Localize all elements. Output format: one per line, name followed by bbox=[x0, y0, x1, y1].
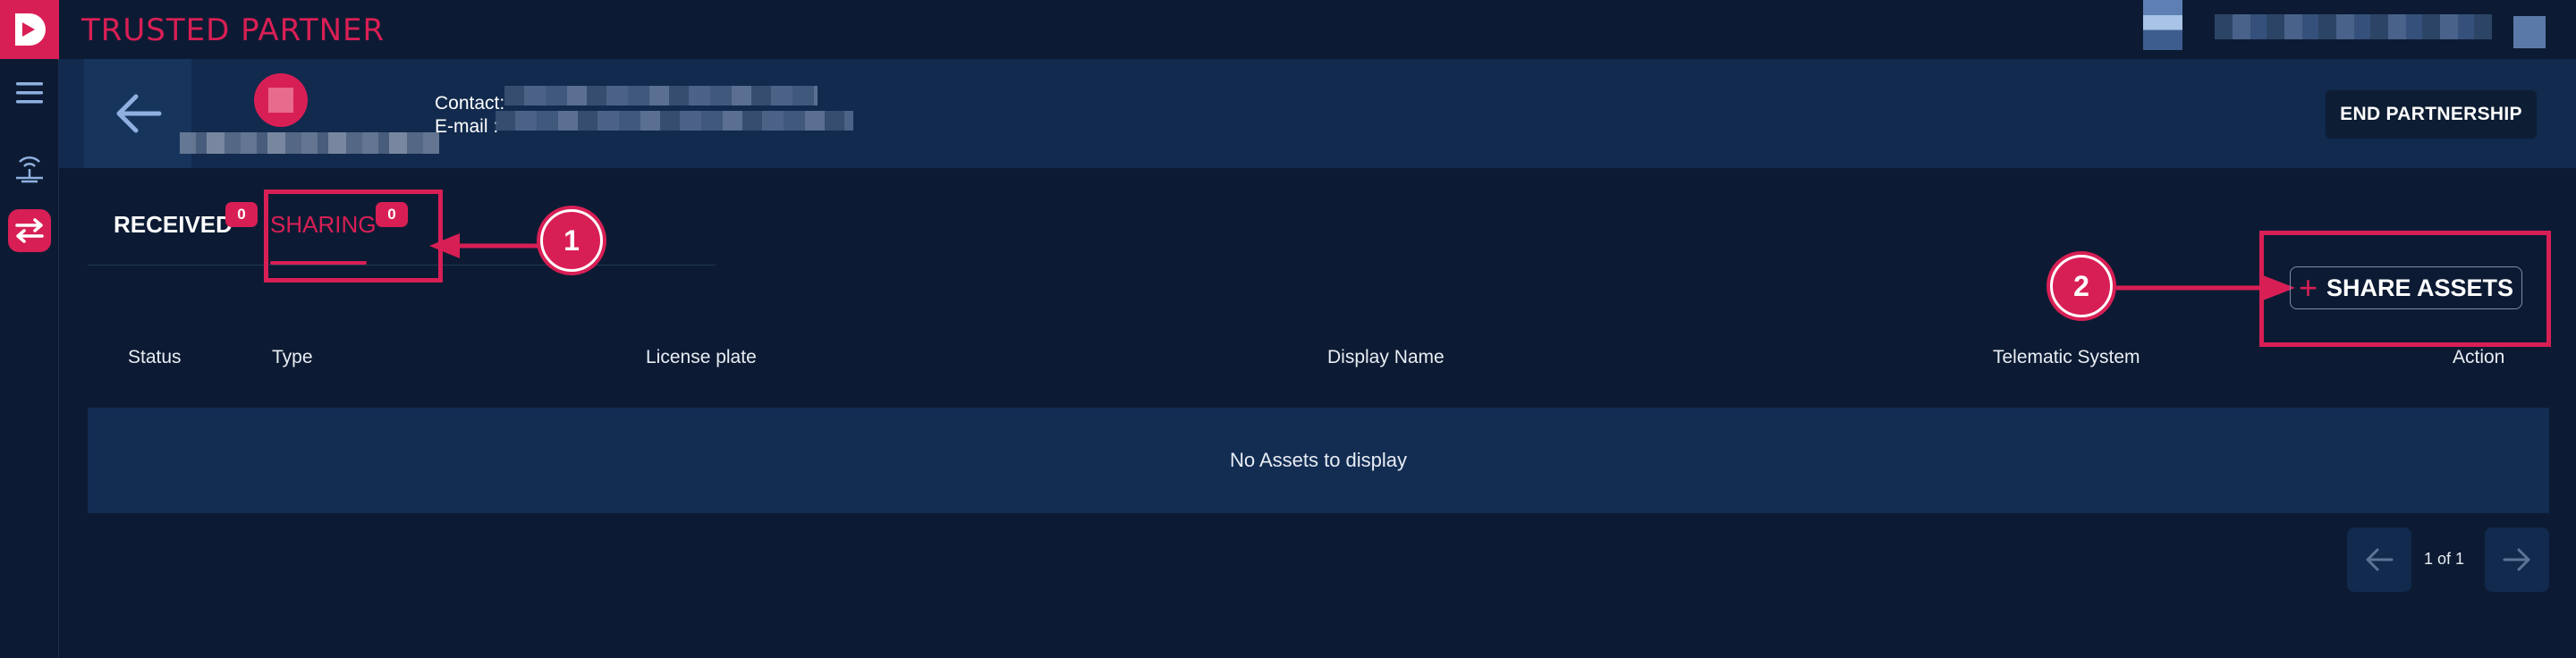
left-rail bbox=[0, 0, 59, 658]
swap-icon[interactable] bbox=[8, 209, 51, 252]
user-name-blurred[interactable] bbox=[2215, 14, 2492, 39]
contact-label: Contact: bbox=[435, 93, 505, 114]
share-assets-label: SHARE ASSETS bbox=[2326, 274, 2514, 301]
arrow-right-icon bbox=[2503, 548, 2530, 571]
email-value-blurred bbox=[496, 111, 853, 131]
annotation-arrow-1 bbox=[429, 233, 546, 258]
received-count-badge: 0 bbox=[225, 202, 258, 227]
app-title: TRUSTED PARTNER bbox=[81, 13, 386, 48]
callout-1: 1 bbox=[540, 209, 603, 272]
column-header-telematic-system[interactable]: Telematic System bbox=[1993, 347, 2140, 368]
column-header-display-name[interactable]: Display Name bbox=[1327, 347, 1445, 368]
email-label: E-mail : bbox=[435, 116, 499, 137]
contact-labels: Contact: E-mail : bbox=[435, 92, 504, 139]
user-menu-blurred[interactable] bbox=[2513, 16, 2546, 48]
column-header-license-plate[interactable]: License plate bbox=[646, 347, 757, 368]
next-page-button[interactable] bbox=[2485, 527, 2549, 592]
tab-received[interactable]: RECEIVED bbox=[114, 211, 233, 239]
partner-header: Contact: E-mail : END PARTNERSHIP bbox=[59, 59, 2576, 168]
previous-page-button[interactable] bbox=[2347, 527, 2411, 592]
back-button[interactable] bbox=[84, 59, 191, 168]
back-arrow-icon bbox=[116, 94, 162, 133]
partner-avatar bbox=[254, 73, 308, 127]
column-header-action: Action bbox=[2453, 347, 2505, 367]
highlight-box-sharing bbox=[264, 190, 443, 283]
plus-icon: + bbox=[2298, 269, 2318, 306]
telematics-icon[interactable] bbox=[8, 147, 51, 190]
top-bar: TRUSTED PARTNER bbox=[59, 0, 2576, 59]
arrow-left-icon bbox=[2366, 548, 2394, 571]
logo-icon[interactable] bbox=[0, 0, 59, 59]
page-indicator: 1 of 1 bbox=[2424, 550, 2465, 568]
share-assets-button[interactable]: + SHARE ASSETS bbox=[2290, 266, 2522, 309]
callout-2: 2 bbox=[2050, 255, 2113, 317]
partner-name-blurred bbox=[180, 132, 439, 154]
column-header-type[interactable]: Type bbox=[272, 347, 313, 368]
column-header-status[interactable]: Status bbox=[128, 347, 182, 368]
empty-table-message: No Assets to display bbox=[88, 408, 2549, 513]
user-avatar[interactable] bbox=[2143, 0, 2182, 50]
contact-value-blurred bbox=[504, 86, 818, 105]
end-partnership-button[interactable]: END PARTNERSHIP bbox=[2326, 90, 2537, 139]
menu-icon[interactable] bbox=[8, 72, 51, 114]
